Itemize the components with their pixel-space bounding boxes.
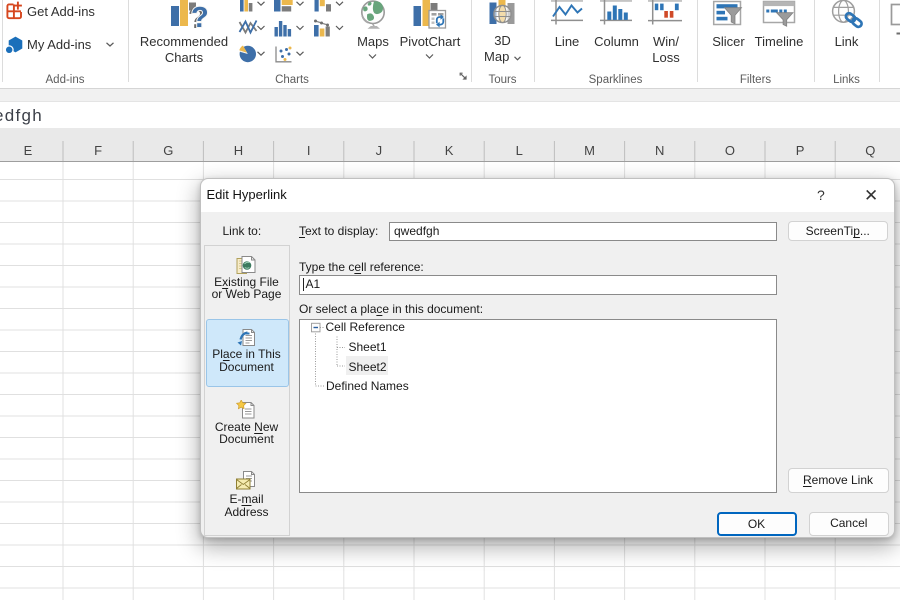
svg-text:?: ? bbox=[191, 2, 209, 34]
